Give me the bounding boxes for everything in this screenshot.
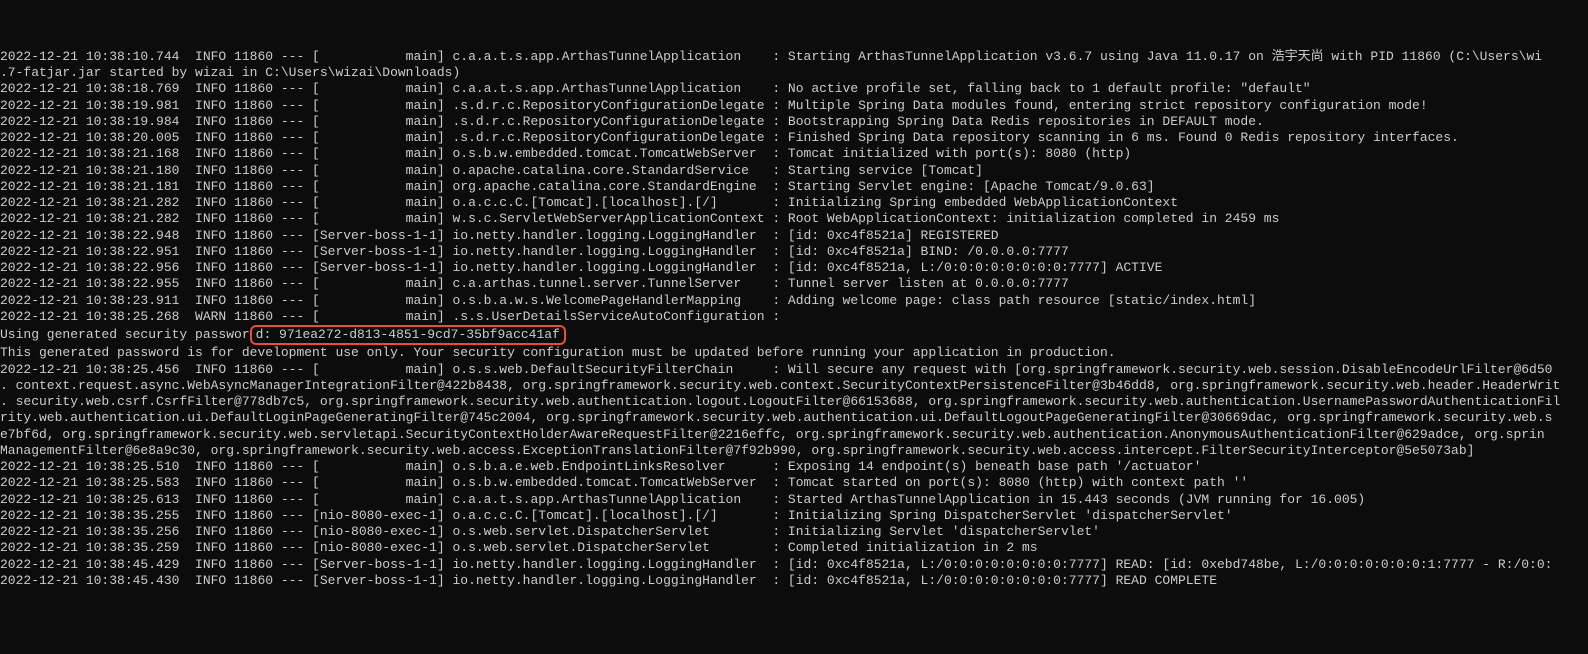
log-line: 2022-12-21 10:38:25.268 WARN 11860 --- [… <box>0 309 1588 325</box>
password-highlight: d: 971ea272-d813-4851-9cd7-35bf9acc41af <box>250 325 566 345</box>
password-prefix: Using generated security passwor <box>0 327 250 342</box>
log-line: 2022-12-21 10:38:23.911 INFO 11860 --- [… <box>0 293 1588 309</box>
log-line: 2022-12-21 10:38:25.613 INFO 11860 --- [… <box>0 492 1588 508</box>
log-line: 2022-12-21 10:38:45.430 INFO 11860 --- [… <box>0 573 1588 589</box>
log-line: 2022-12-21 10:38:35.256 INFO 11860 --- [… <box>0 524 1588 540</box>
log-line: .7-fatjar.jar started by wizai in C:\Use… <box>0 65 1588 81</box>
log-line: 2022-12-21 10:38:21.181 INFO 11860 --- [… <box>0 179 1588 195</box>
log-line: 2022-12-21 10:38:21.168 INFO 11860 --- [… <box>0 146 1588 162</box>
log-line: 2022-12-21 10:38:25.510 INFO 11860 --- [… <box>0 459 1588 475</box>
log-line: 2022-12-21 10:38:22.948 INFO 11860 --- [… <box>0 228 1588 244</box>
security-password-line: Using generated security password: 971ea… <box>0 325 1588 345</box>
log-line: 2022-12-21 10:38:22.955 INFO 11860 --- [… <box>0 276 1588 292</box>
log-line: 2022-12-21 10:38:35.255 INFO 11860 --- [… <box>0 508 1588 524</box>
log-line: e7bf6d, org.springframework.security.web… <box>0 427 1588 443</box>
log-line: rity.web.authentication.ui.DefaultLoginP… <box>0 410 1588 426</box>
log-line: 2022-12-21 10:38:21.282 INFO 11860 --- [… <box>0 195 1588 211</box>
log-line: 2022-12-21 10:38:25.583 INFO 11860 --- [… <box>0 475 1588 491</box>
log-line: . security.web.csrf.CsrfFilter@778db7c5,… <box>0 394 1588 410</box>
log-line: 2022-12-21 10:38:25.456 INFO 11860 --- [… <box>0 362 1588 378</box>
log-line: . context.request.async.WebAsyncManagerI… <box>0 378 1588 394</box>
log-line: 2022-12-21 10:38:10.744 INFO 11860 --- [… <box>0 49 1588 65</box>
log-line: 2022-12-21 10:38:45.429 INFO 11860 --- [… <box>0 557 1588 573</box>
log-line: 2022-12-21 10:38:18.769 INFO 11860 --- [… <box>0 81 1588 97</box>
log-line: 2022-12-21 10:38:21.180 INFO 11860 --- [… <box>0 163 1588 179</box>
log-line: 2022-12-21 10:38:19.981 INFO 11860 --- [… <box>0 98 1588 114</box>
log-line: 2022-12-21 10:38:21.282 INFO 11860 --- [… <box>0 211 1588 227</box>
log-line: This generated password is for developme… <box>0 345 1588 361</box>
log-line: 2022-12-21 10:38:35.259 INFO 11860 --- [… <box>0 540 1588 556</box>
log-line: ManagementFilter@6e8a9c30, org.springfra… <box>0 443 1588 459</box>
log-line: 2022-12-21 10:38:20.005 INFO 11860 --- [… <box>0 130 1588 146</box>
log-line: 2022-12-21 10:38:22.951 INFO 11860 --- [… <box>0 244 1588 260</box>
terminal-output[interactable]: 2022-12-21 10:38:10.744 INFO 11860 --- [… <box>0 49 1588 589</box>
log-line: 2022-12-21 10:38:19.984 INFO 11860 --- [… <box>0 114 1588 130</box>
log-line: 2022-12-21 10:38:22.956 INFO 11860 --- [… <box>0 260 1588 276</box>
